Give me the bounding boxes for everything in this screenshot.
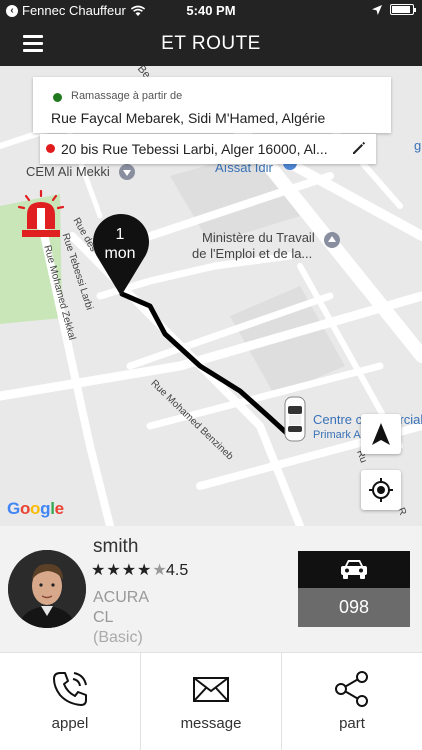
rating-stars: ★ ★ ★ ★ ★ — [91, 563, 167, 579]
call-label: appel — [51, 715, 89, 732]
vehicle-plate-number: 098 — [298, 588, 410, 627]
google-logo: Google — [7, 499, 64, 518]
envelope-icon — [193, 677, 229, 702]
star-icon: ★ — [106, 562, 121, 579]
car-class: (Basic) — [93, 629, 143, 646]
share-icon — [335, 671, 368, 707]
share-label: part — [339, 715, 365, 732]
map-poi-label-ministry-2: de l'Emploi et de la... — [192, 246, 313, 261]
half-star-icon: ★ — [152, 562, 167, 579]
vehicle-plate-box: 098 — [298, 551, 410, 627]
pickup-dot-icon — [53, 93, 62, 102]
status-bar-right — [372, 4, 416, 15]
driver-avatar — [8, 550, 86, 628]
driver-name: smith — [93, 536, 139, 557]
crosshair-icon — [369, 478, 393, 502]
eta-label: 1 mon — [92, 225, 148, 263]
map-poi-label-primark: Primark A — [313, 429, 361, 441]
car-model: CL — [93, 609, 114, 626]
eta-value: 1 — [115, 226, 125, 243]
driver-rating: 4.5 — [166, 562, 189, 579]
vehicle-icon-area — [298, 551, 410, 588]
message-button[interactable]: message — [141, 653, 282, 750]
car-marker-icon — [284, 396, 306, 442]
share-button[interactable]: part — [282, 653, 422, 750]
pickup-address-card[interactable]: Ramassage à partir de Rue Faycal Mebarek… — [33, 77, 391, 133]
my-location-button[interactable] — [361, 470, 401, 510]
message-label: message — [180, 715, 242, 732]
status-bar: ‹ Fennec Chauffeur 5:40 PM — [0, 0, 422, 22]
map-poi-label-cem: CEM Ali Mekki — [26, 164, 110, 179]
dropoff-address: 20 bis Rue Tebessi Larbi, Alger 16000, A… — [61, 141, 328, 157]
dropoff-dot-icon — [46, 144, 55, 153]
location-arrow-icon — [372, 4, 382, 15]
navigation-button[interactable] — [361, 414, 401, 454]
navigation-arrow-icon — [372, 423, 390, 445]
call-button[interactable]: appel — [0, 653, 141, 750]
dropoff-address-card[interactable]: 20 bis Rue Tebessi Larbi, Alger 16000, A… — [40, 134, 376, 164]
eta-unit: mon — [104, 245, 136, 262]
edit-pencil-icon[interactable] — [350, 139, 368, 157]
phone-icon — [53, 672, 87, 706]
map-poi-label-ministry: Ministère du Travail — [202, 230, 315, 245]
battery-icon — [390, 4, 416, 15]
star-icon: ★ — [91, 562, 106, 579]
star-icon: ★ — [121, 562, 137, 579]
star-icon: ★ — [137, 562, 152, 579]
car-make: ACURA — [93, 589, 150, 606]
driver-photo — [8, 550, 86, 628]
page-title: ET ROUTE — [161, 33, 261, 54]
pickup-address: Rue Faycal Mebarek, Sidi M'Hamed, Algéri… — [51, 110, 326, 126]
driver-panel: smith ★ ★ ★ ★ ★ 4.5 ACURA CL (Basic) 098 — [0, 526, 422, 652]
action-bar: appel message part — [0, 652, 422, 750]
sos-siren-icon[interactable] — [16, 189, 66, 241]
clock: 5:40 PM — [186, 3, 236, 18]
map-poi-label: g — [414, 138, 422, 153]
app-header: ET ROUTE — [0, 22, 422, 66]
car-icon — [341, 560, 367, 579]
pickup-caption: Ramassage à partir de — [71, 90, 183, 102]
map-view[interactable]: Be g CEM Ali Mekki Aïssat Idir Ministère… — [0, 66, 422, 526]
